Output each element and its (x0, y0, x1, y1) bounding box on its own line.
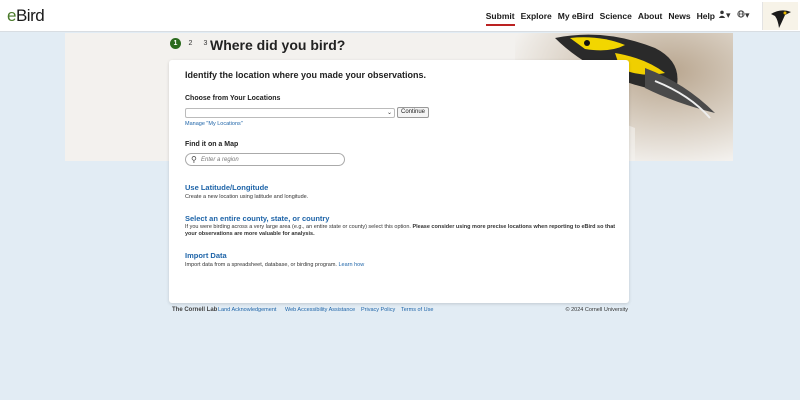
cornell-bird-logo[interactable] (762, 2, 798, 30)
region-search-placeholder: Enter a region (201, 157, 239, 163)
bird-silhouette-icon (771, 10, 791, 28)
step-1: 1 (170, 38, 181, 49)
use-lat-long-link[interactable]: Use Latitude/Longitude (185, 183, 268, 192)
step-indicator: 1 2 3 (170, 38, 211, 49)
nav-explore[interactable]: Explore (521, 11, 552, 26)
select-region-link[interactable]: Select an entire county, state, or count… (185, 214, 329, 223)
nav-about[interactable]: About (638, 11, 663, 26)
step-2: 2 (188, 40, 193, 47)
footer-privacy-policy[interactable]: Privacy Policy (361, 307, 395, 313)
nav-submit[interactable]: Submit (485, 11, 515, 26)
choose-locations-label: Choose from Your Locations (185, 95, 281, 102)
chevron-down-icon: ▾ (745, 10, 750, 20)
my-locations-select[interactable]: ⌄ (185, 108, 395, 118)
region-description: If you were birding across a very large … (185, 224, 616, 237)
main-nav: Submit Explore My eBird Science About Ne… (480, 11, 715, 26)
top-header: eBird Submit Explore My eBird Science Ab… (0, 0, 800, 32)
footer-terms-of-use[interactable]: Terms of Use (401, 307, 433, 313)
region-search-input[interactable]: ⚲ Enter a region (185, 153, 345, 166)
footer-land-acknowledgement[interactable]: Land Acknowledgement (218, 307, 276, 313)
chevron-down-icon: ⌄ (386, 110, 392, 116)
card-heading: Identify the location where you made you… (185, 70, 427, 80)
find-on-map-label: Find it on a Map (185, 141, 239, 148)
continue-button[interactable]: Continue (397, 107, 430, 118)
page-title: Where did you bird? (210, 37, 346, 53)
import-data-link[interactable]: Import Data (185, 251, 227, 260)
user-menu[interactable]: ▾ (718, 10, 731, 21)
chevron-down-icon: ▾ (726, 10, 731, 20)
manage-locations-link[interactable]: Manage "My Locations" (185, 121, 243, 127)
nav-help[interactable]: Help (697, 11, 715, 26)
learn-how-link[interactable]: Learn how (338, 262, 364, 268)
import-description: Import data from a spreadsheet, database… (185, 262, 365, 268)
globe-icon (737, 10, 745, 18)
search-icon: ⚲ (191, 155, 197, 164)
nav-news[interactable]: News (668, 11, 690, 26)
copyright-text: © 2024 Cornell University (565, 307, 628, 313)
lat-long-description: Create a new location using latitude and… (185, 194, 309, 200)
footer-accessibility[interactable]: Web Accessibility Assistance (285, 307, 355, 313)
person-icon (718, 10, 726, 18)
nav-my-ebird[interactable]: My eBird (558, 11, 594, 26)
cornell-lab-logo[interactable]: The Cornell Lab (172, 307, 217, 313)
ebird-logo[interactable]: eBird (7, 6, 45, 26)
location-card: Identify the location where you made you… (169, 60, 629, 303)
language-menu[interactable]: ▾ (737, 10, 750, 21)
nav-science[interactable]: Science (600, 11, 632, 26)
